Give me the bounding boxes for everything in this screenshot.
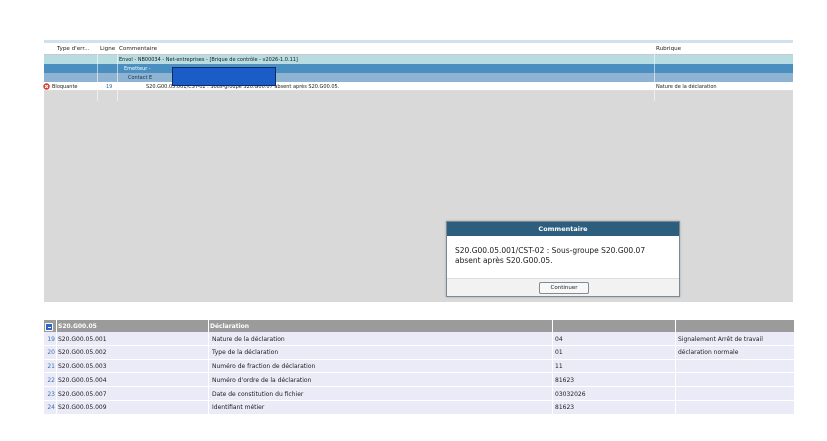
table-row[interactable]: 19 S20.G00.05.001 Nature de la déclarati… bbox=[44, 332, 794, 346]
table-row[interactable]: 21 S20.G00.05.003 Numéro de fraction de … bbox=[44, 359, 794, 374]
contact-label: Contact E bbox=[128, 75, 153, 81]
envoi-label: Envol - NB00034 - Net-entreprises - [Bri… bbox=[119, 57, 298, 63]
row-value: 81623 bbox=[555, 376, 575, 384]
row-code: S20.G00.05.002 bbox=[58, 349, 107, 357]
row-number: 23 bbox=[47, 390, 55, 398]
row-value: 01 bbox=[555, 349, 563, 357]
row-label: Date de constitution du fichier bbox=[212, 390, 304, 398]
envoi-row[interactable]: Envol - NB00034 - Net-entreprises - [Bri… bbox=[44, 55, 793, 64]
row-number: 22 bbox=[47, 376, 55, 384]
row-value: 11 bbox=[555, 363, 563, 371]
collapse-icon[interactable] bbox=[45, 323, 53, 331]
row-code: S20.G00.05.009 bbox=[58, 404, 107, 412]
col-divider bbox=[675, 320, 676, 416]
row-label: Identifiant métier bbox=[212, 404, 265, 412]
row-value: 04 bbox=[555, 335, 563, 343]
table-row[interactable]: 22 S20.G00.05.004 Numéro d'ordre de la d… bbox=[44, 373, 794, 388]
dialog-title: Commentaire bbox=[447, 222, 679, 236]
col-divider bbox=[97, 43, 98, 101]
error-line: 19 bbox=[106, 84, 113, 90]
comment-dialog: Commentaire S20.G00.05.001/CST-02 : Sous… bbox=[446, 221, 680, 297]
row-number: 19 bbox=[47, 335, 55, 343]
redacted-block bbox=[172, 67, 276, 86]
col-divider bbox=[117, 43, 118, 101]
row-value: 81623 bbox=[555, 404, 575, 412]
col-header-commentaire[interactable]: Commentaire bbox=[119, 46, 157, 52]
contact-row[interactable]: Contact E bbox=[44, 73, 793, 82]
col-header-ligne[interactable]: Ligne bbox=[100, 46, 115, 52]
dialog-message: S20.G00.05.001/CST-02 : Sous-groupe S20.… bbox=[455, 246, 646, 265]
error-grid: Type d'err... Ligne Commentaire Rubrique… bbox=[43, 40, 793, 302]
emetteur-row[interactable]: Emetteur - bbox=[44, 64, 793, 73]
row-label: Type de la déclaration bbox=[212, 349, 279, 357]
emetteur-label: Emetteur - bbox=[124, 66, 151, 72]
col-divider bbox=[552, 320, 553, 416]
row-description: déclaration normale bbox=[678, 349, 739, 357]
row-code: S20.G00.05.007 bbox=[58, 390, 107, 398]
row-number: 24 bbox=[47, 404, 55, 412]
row-code: S20.G00.05.001 bbox=[58, 335, 107, 343]
error-type: Bloquante bbox=[52, 84, 78, 90]
table-row[interactable]: 24 S20.G00.05.009 Identifiant métier 816… bbox=[44, 400, 794, 415]
table-row[interactable]: 20 S20.G00.05.002 Type de la déclaration… bbox=[44, 345, 794, 360]
row-description: Signalement Arrêt de travail bbox=[678, 335, 763, 343]
table-row[interactable]: 23 S20.G00.05.007 Date de constitution d… bbox=[44, 387, 794, 401]
row-number: 20 bbox=[47, 349, 55, 357]
col-divider bbox=[654, 43, 655, 101]
col-header-type[interactable]: Type d'err... bbox=[57, 46, 89, 52]
error-rubrique: Nature de la déclaration bbox=[656, 84, 717, 90]
row-label: Numéro d'ordre de la déclaration bbox=[212, 376, 312, 384]
col-divider bbox=[56, 320, 57, 416]
group-label: Déclaration bbox=[210, 323, 250, 330]
row-code: S20.G00.05.004 bbox=[58, 376, 107, 384]
row-number: 21 bbox=[47, 363, 55, 371]
error-grid-header: Type d'err... Ligne Commentaire Rubrique bbox=[44, 43, 793, 55]
row-code: S20.G00.05.003 bbox=[58, 363, 107, 371]
error-row[interactable]: Bloquante 19 S20.G00.05.001/CST-02 : Sou… bbox=[43, 82, 793, 91]
dialog-footer: Continuer bbox=[447, 278, 679, 296]
error-icon bbox=[43, 83, 50, 90]
col-divider bbox=[208, 320, 209, 416]
continue-button[interactable]: Continuer bbox=[539, 282, 589, 294]
group-code: S20.G00.05 bbox=[58, 323, 97, 330]
row-value: 03032026 bbox=[555, 390, 586, 398]
col-header-rubrique[interactable]: Rubrique bbox=[656, 46, 681, 52]
detail-table: S20.G00.05 Déclaration 19 S20.G00.05.001… bbox=[44, 320, 794, 416]
detail-group-header: S20.G00.05 Déclaration bbox=[44, 320, 794, 332]
row-label: Nature de la déclaration bbox=[212, 335, 285, 343]
row-label: Numéro de fraction de déclaration bbox=[212, 363, 316, 371]
